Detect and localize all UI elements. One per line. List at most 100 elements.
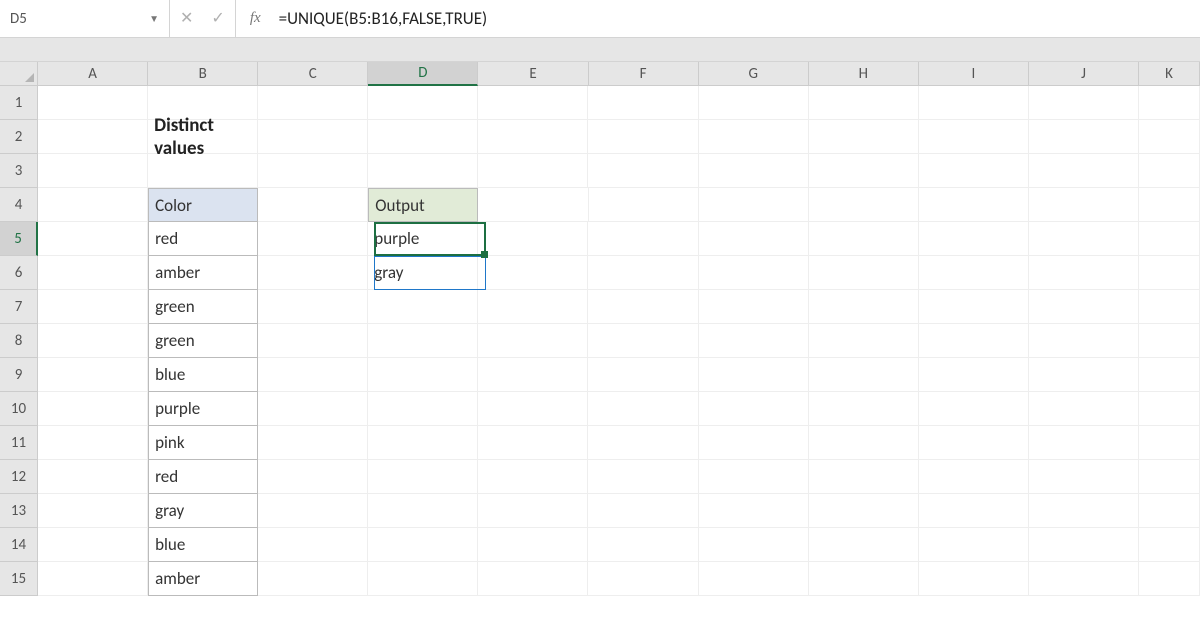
cell[interactable] — [809, 426, 919, 460]
cell[interactable] — [809, 460, 919, 494]
cell-color[interactable]: blue — [148, 528, 258, 562]
cell[interactable] — [919, 324, 1029, 358]
cell[interactable] — [1029, 86, 1139, 120]
cell[interactable] — [478, 426, 588, 460]
cell[interactable] — [1029, 222, 1139, 256]
cell[interactable] — [478, 290, 588, 324]
page-title[interactable]: Distinct values — [148, 120, 258, 154]
cell[interactable] — [478, 120, 588, 154]
row-header[interactable]: 4 — [0, 188, 38, 222]
cell[interactable] — [699, 528, 809, 562]
cell[interactable] — [588, 324, 698, 358]
cell[interactable] — [919, 426, 1029, 460]
cell[interactable] — [699, 324, 809, 358]
cell[interactable] — [919, 222, 1029, 256]
cell[interactable] — [478, 358, 588, 392]
cell[interactable] — [1139, 392, 1200, 426]
column-header[interactable]: A — [38, 62, 148, 86]
cell[interactable] — [1139, 86, 1200, 120]
cell[interactable] — [368, 324, 478, 358]
cell[interactable] — [1029, 290, 1139, 324]
cell[interactable] — [1139, 426, 1200, 460]
cell-color[interactable]: amber — [148, 256, 258, 290]
row-header[interactable]: 11 — [0, 426, 38, 460]
cell[interactable] — [38, 290, 148, 324]
cell[interactable] — [38, 528, 148, 562]
cell-grid[interactable]: Distinct values — [38, 86, 1200, 596]
cell[interactable] — [919, 528, 1029, 562]
cell[interactable] — [588, 358, 698, 392]
cell[interactable] — [809, 494, 919, 528]
cell[interactable] — [1029, 324, 1139, 358]
cell[interactable] — [1139, 528, 1200, 562]
cell[interactable] — [699, 562, 809, 596]
cell[interactable] — [368, 460, 478, 494]
table-header-color[interactable]: Color — [148, 188, 258, 222]
cell[interactable] — [258, 256, 368, 290]
cell[interactable] — [1029, 154, 1139, 188]
cell[interactable] — [1029, 188, 1139, 222]
cell[interactable] — [588, 562, 698, 596]
enter-icon[interactable]: ✓ — [211, 11, 224, 27]
row-header[interactable]: 6 — [0, 256, 38, 290]
cell[interactable] — [919, 460, 1029, 494]
cell[interactable] — [368, 426, 478, 460]
cell[interactable] — [919, 392, 1029, 426]
row-header[interactable]: 9 — [0, 358, 38, 392]
cell[interactable] — [258, 460, 368, 494]
cell[interactable] — [258, 528, 368, 562]
cell[interactable] — [1029, 426, 1139, 460]
cell[interactable] — [478, 154, 588, 188]
cell-color[interactable]: red — [148, 222, 258, 256]
name-box[interactable]: D5 ▼ — [0, 0, 170, 37]
cell[interactable] — [258, 290, 368, 324]
cell[interactable] — [478, 324, 588, 358]
column-header[interactable]: H — [809, 62, 919, 86]
cell[interactable] — [258, 222, 368, 256]
cell[interactable] — [809, 358, 919, 392]
cell[interactable] — [368, 562, 478, 596]
formula-input[interactable]: =UNIQUE(B5:B16,FALSE,TRUE) — [273, 8, 1200, 29]
cell[interactable] — [148, 154, 258, 188]
cell[interactable] — [588, 256, 698, 290]
cell[interactable] — [258, 86, 368, 120]
cell[interactable] — [258, 562, 368, 596]
cell[interactable] — [478, 256, 588, 290]
cell[interactable] — [368, 120, 478, 154]
column-header[interactable]: C — [258, 62, 368, 86]
cell[interactable] — [38, 358, 148, 392]
cell[interactable] — [809, 222, 919, 256]
cell[interactable] — [478, 222, 588, 256]
table-header-output[interactable]: Output — [368, 188, 478, 222]
cell[interactable] — [258, 392, 368, 426]
cell[interactable] — [1139, 256, 1200, 290]
cell-color[interactable]: amber — [148, 562, 258, 596]
fx-icon[interactable]: fx — [236, 10, 273, 27]
cell[interactable] — [588, 528, 698, 562]
chevron-down-icon[interactable]: ▼ — [149, 12, 159, 25]
cell[interactable] — [1029, 460, 1139, 494]
cell[interactable] — [258, 120, 368, 154]
cell[interactable] — [368, 358, 478, 392]
cell[interactable] — [1139, 290, 1200, 324]
cell[interactable] — [588, 86, 698, 120]
column-header[interactable]: E — [478, 62, 588, 86]
row-header[interactable]: 14 — [0, 528, 38, 562]
cell-color[interactable]: green — [148, 324, 258, 358]
cell[interactable] — [588, 290, 698, 324]
cell[interactable] — [368, 154, 478, 188]
column-header[interactable]: B — [148, 62, 258, 86]
cell[interactable] — [258, 426, 368, 460]
cell[interactable] — [1139, 154, 1200, 188]
cell[interactable] — [809, 290, 919, 324]
cell[interactable] — [258, 154, 368, 188]
cell[interactable] — [478, 188, 588, 222]
cell[interactable] — [588, 120, 698, 154]
cell[interactable] — [478, 392, 588, 426]
cell[interactable] — [368, 528, 478, 562]
row-header[interactable]: 8 — [0, 324, 38, 358]
cell[interactable] — [38, 426, 148, 460]
cell[interactable] — [1029, 562, 1139, 596]
cell[interactable] — [478, 86, 588, 120]
cell[interactable] — [699, 256, 809, 290]
